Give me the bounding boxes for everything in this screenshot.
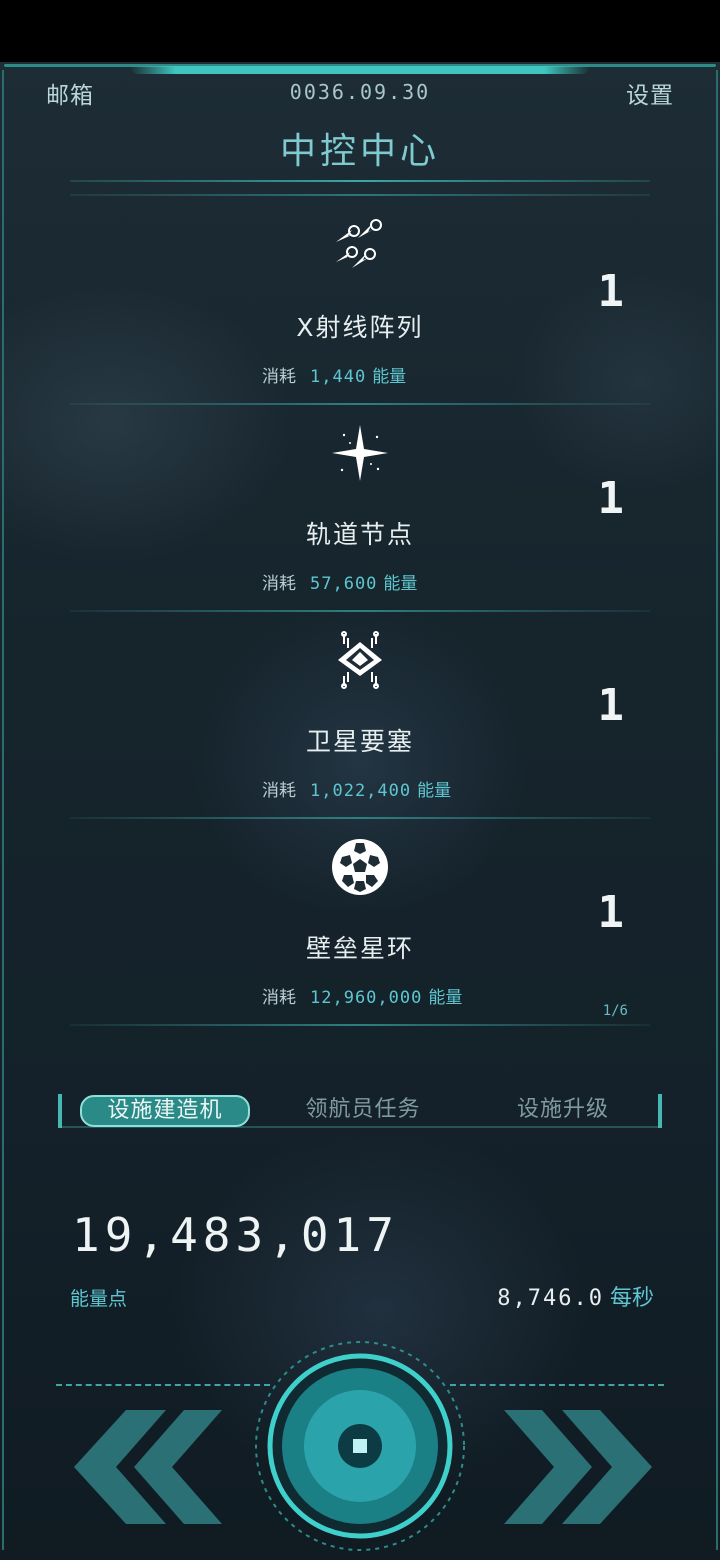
facility-cost: 消耗 57,600 能量 xyxy=(262,569,417,594)
frame-top xyxy=(0,62,720,76)
settings-button[interactable]: 设置 xyxy=(626,76,674,110)
energy-rate: 8,746.0 每秒 xyxy=(497,1280,654,1312)
cost-unit: 能量 xyxy=(417,781,452,801)
cost-value: 57,600 xyxy=(310,574,378,594)
tab-facility-builder[interactable]: 设施建造机 xyxy=(80,1095,250,1127)
bastion-ring-icon xyxy=(332,839,388,895)
facility-card[interactable]: 轨道节点 消耗 57,600 能量 1 xyxy=(0,411,720,617)
divider xyxy=(70,1024,650,1026)
game-screen: 邮箱 0036.09.30 设置 中控中心 X射线阵列 消耗 1,440 能量 1 xyxy=(0,62,720,1560)
facility-count: 1 xyxy=(597,266,625,317)
cost-unit: 能量 xyxy=(383,574,418,594)
cost-label: 消耗 xyxy=(262,781,296,801)
tab-navigator-missions[interactable]: 领航员任务 xyxy=(288,1096,438,1124)
facility-count: 1 xyxy=(597,887,625,938)
facility-card[interactable]: X射线阵列 消耗 1,440 能量 1 xyxy=(0,204,720,410)
cost-value: 1,440 xyxy=(310,367,367,387)
cost-value: 12,960,000 xyxy=(310,988,423,1008)
satellite-fortress-icon xyxy=(338,631,382,689)
facility-card[interactable]: 卫星要塞 消耗 1,022,400 能量 1 xyxy=(0,618,720,824)
cost-unit: 能量 xyxy=(428,988,463,1008)
xray-array-icon xyxy=(336,219,382,268)
previous-arrow-icon[interactable] xyxy=(66,1402,226,1532)
facility-count: 1 xyxy=(597,680,625,731)
divider xyxy=(70,610,650,612)
facility-cost: 消耗 1,440 能量 xyxy=(262,362,406,387)
facility-cost: 消耗 12,960,000 能量 xyxy=(262,983,462,1008)
cost-unit: 能量 xyxy=(372,367,407,387)
orbital-node-icon xyxy=(332,425,388,481)
next-arrow-icon[interactable] xyxy=(500,1402,660,1532)
divider xyxy=(70,180,650,182)
facility-count: 1 xyxy=(597,473,625,524)
rate-unit: 每秒 xyxy=(609,1286,654,1311)
divider xyxy=(56,1384,270,1386)
energy-label: 能量点 xyxy=(70,1288,128,1310)
cost-value: 1,022,400 xyxy=(310,781,412,801)
divider xyxy=(450,1384,664,1386)
tab-facility-upgrade[interactable]: 设施升级 xyxy=(498,1096,628,1124)
divider xyxy=(70,194,650,196)
cost-label: 消耗 xyxy=(262,574,296,594)
rate-value: 8,746.0 xyxy=(497,1286,604,1311)
page-title: 中控中心 xyxy=(279,131,440,172)
cost-label: 消耗 xyxy=(262,367,296,387)
game-date: 0036.09.30 xyxy=(289,80,431,104)
facility-progress: 1/6 xyxy=(602,1003,628,1019)
tab-bar: 设施建造机 领航员任务 设施升级 xyxy=(58,1094,662,1128)
divider xyxy=(70,403,650,405)
cost-label: 消耗 xyxy=(262,988,296,1008)
status-bar xyxy=(0,0,720,62)
divider xyxy=(70,817,650,819)
facility-cost: 消耗 1,022,400 能量 xyxy=(262,776,451,801)
facility-card[interactable]: 壁垒星环 消耗 12,960,000 能量 1 1/6 xyxy=(0,825,720,1031)
energy-total: 19,483,017 xyxy=(72,1208,399,1262)
core-button[interactable] xyxy=(252,1338,468,1554)
